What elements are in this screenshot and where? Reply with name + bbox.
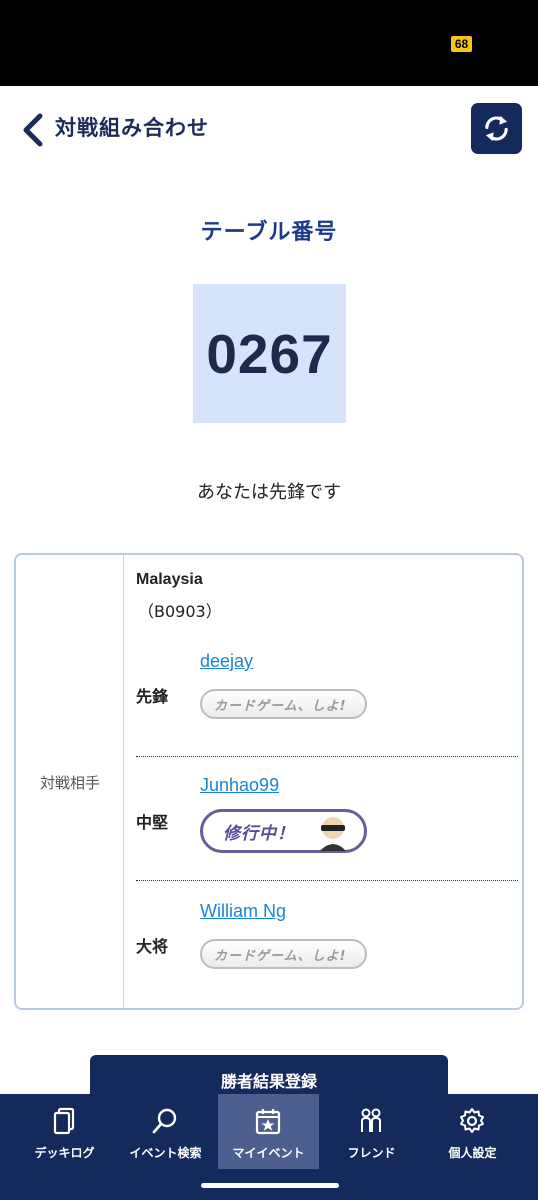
calendar-star-icon bbox=[255, 1109, 281, 1135]
tab-event-search[interactable]: イベント検索 bbox=[115, 1094, 216, 1169]
tab-label: マイイベント bbox=[232, 1146, 305, 1160]
team-code: （B0903） bbox=[138, 602, 222, 621]
member-name-link[interactable]: William Ng bbox=[200, 901, 286, 922]
tab-label: イベント検索 bbox=[129, 1146, 202, 1160]
table-number: 0267 bbox=[206, 322, 333, 385]
member-row: Junhao99 中堅 修行中！ bbox=[124, 757, 524, 881]
friends-icon bbox=[361, 1108, 381, 1132]
status-bar: 68 bbox=[0, 0, 538, 86]
home-indicator[interactable] bbox=[201, 1183, 339, 1188]
member-role: 先鋒 bbox=[136, 687, 169, 706]
tab-my-event[interactable]: マイイベント bbox=[218, 1094, 319, 1169]
member-role: 大将 bbox=[136, 937, 169, 956]
member-name-link[interactable]: Junhao99 bbox=[200, 775, 279, 796]
member-row: deejay 先鋒 カードゲーム、しよ! bbox=[124, 633, 524, 757]
member-divider bbox=[136, 880, 518, 881]
gear-icon bbox=[460, 1108, 484, 1133]
page-title: 対戦組み合わせ bbox=[55, 116, 209, 140]
deck-log-icon bbox=[53, 1107, 75, 1135]
member-badge-text: 修行中！ bbox=[223, 823, 295, 844]
member-status-badge: カードゲーム、しよ! bbox=[200, 939, 367, 969]
avatar-icon bbox=[320, 817, 346, 851]
member-role: 中堅 bbox=[136, 813, 169, 832]
refresh-button[interactable] bbox=[471, 103, 522, 154]
back-button[interactable] bbox=[16, 110, 52, 150]
tab-friends[interactable]: フレンド bbox=[321, 1094, 422, 1169]
opponent-label-column: 対戦相手 bbox=[16, 555, 124, 1008]
member-status-badge: 修行中！ bbox=[200, 809, 367, 853]
chevron-left-icon bbox=[23, 113, 43, 147]
member-row: William Ng 大将 カードゲーム、しよ! bbox=[124, 883, 524, 1007]
table-number-label: テーブル番号 bbox=[200, 220, 338, 245]
team-name: Malaysia bbox=[136, 571, 203, 588]
tab-bar: デッキログ イベント検索 マイイベント フレンド 個人設定 bbox=[0, 1094, 538, 1200]
search-icon bbox=[152, 1108, 177, 1134]
header: 対戦組み合わせ bbox=[0, 86, 538, 170]
member-status-badge: カードゲーム、しよ! bbox=[200, 689, 367, 719]
table-number-box: 0267 bbox=[193, 284, 346, 423]
position-text: あなたは先鋒です bbox=[197, 482, 341, 503]
tab-settings[interactable]: 個人設定 bbox=[422, 1094, 523, 1169]
opponent-card: 対戦相手 Malaysia （B0903） deejay 先鋒 カードゲーム、し… bbox=[14, 553, 524, 1010]
tab-label: デッキログ bbox=[34, 1146, 95, 1160]
opponent-label: 対戦相手 bbox=[39, 774, 100, 792]
tab-label: フレンド bbox=[347, 1146, 396, 1160]
tab-label: 個人設定 bbox=[448, 1146, 497, 1160]
refresh-icon bbox=[485, 115, 508, 142]
member-name-link[interactable]: deejay bbox=[200, 651, 253, 672]
tab-deck-log[interactable]: デッキログ bbox=[14, 1094, 115, 1169]
battery-indicator: 68 bbox=[451, 36, 472, 52]
